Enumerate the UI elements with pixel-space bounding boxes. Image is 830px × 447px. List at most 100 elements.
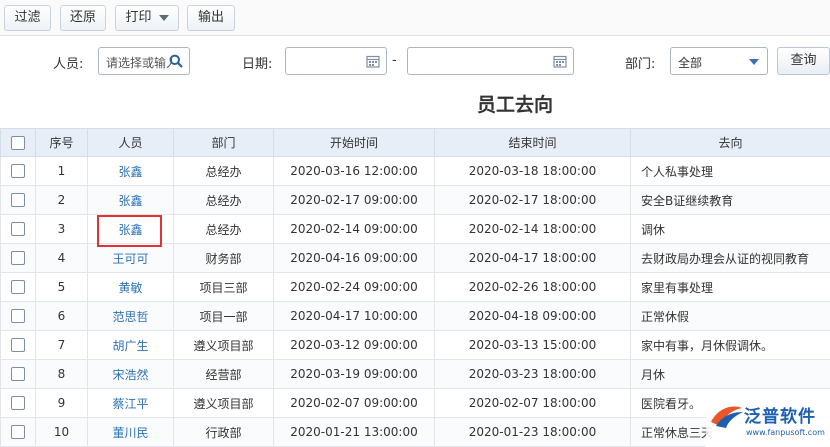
- row-end-time: 2020-02-07 18:00:00: [434, 388, 631, 418]
- row-select-cell[interactable]: [0, 359, 36, 389]
- toolbar: 过滤 还原 打印 输出: [0, 0, 830, 36]
- row-checkbox[interactable]: [11, 338, 25, 353]
- row-end-time: 2020-04-17 18:00:00: [434, 243, 631, 273]
- table-row[interactable]: 1 张鑫 总经办 2020-03-16 12:00:00 2020-03-18 18:0…: [0, 156, 830, 186]
- row-person-link[interactable]: 董川民: [87, 417, 174, 447]
- header-destination[interactable]: 去向: [630, 128, 830, 157]
- row-checkbox[interactable]: [11, 222, 25, 237]
- person-label: 人员:: [53, 57, 84, 72]
- row-start-time: 2020-02-07 09:00:00: [273, 388, 435, 418]
- row-index: 6: [35, 301, 88, 331]
- row-checkbox[interactable]: [11, 309, 25, 324]
- row-checkbox[interactable]: [11, 396, 25, 411]
- row-index: 2: [35, 185, 88, 215]
- calendar-icon[interactable]: [553, 54, 567, 68]
- row-end-time: 2020-04-18 09:00:00: [434, 301, 631, 331]
- date-from-input[interactable]: [285, 47, 387, 75]
- row-checkbox[interactable]: [11, 164, 25, 179]
- query-button[interactable]: 查询: [777, 47, 830, 75]
- row-person-link[interactable]: 范思哲: [87, 301, 174, 331]
- dept-select[interactable]: 全部: [670, 47, 768, 75]
- select-all-cell[interactable]: [0, 128, 36, 157]
- row-select-cell[interactable]: [0, 272, 36, 302]
- row-dept: 行政部: [173, 417, 274, 447]
- row-person-link[interactable]: 王可可: [87, 243, 174, 273]
- chevron-down-icon: [749, 59, 759, 65]
- row-dept: 遵义项目部: [173, 388, 274, 418]
- print-button[interactable]: 打印: [115, 5, 179, 31]
- row-index: 1: [35, 156, 88, 186]
- row-select-cell[interactable]: [0, 156, 36, 186]
- row-person-link[interactable]: 黄敏: [87, 272, 174, 302]
- table-row[interactable]: 7 胡广生 遵义项目部 2020-03-12 09:00:00 2020-03-13 1…: [0, 330, 830, 360]
- print-button-label: 打印: [125, 10, 152, 25]
- row-select-cell[interactable]: [0, 388, 36, 418]
- row-select-cell[interactable]: [0, 330, 36, 360]
- date-separator: -: [392, 53, 397, 68]
- page-title: 员工去向: [476, 94, 553, 116]
- row-start-time: 2020-04-17 10:00:00: [273, 301, 435, 331]
- row-person-link[interactable]: 胡广生: [87, 330, 174, 360]
- row-select-cell[interactable]: [0, 185, 36, 215]
- row-select-cell[interactable]: [0, 243, 36, 273]
- header-index[interactable]: 序号: [35, 128, 88, 157]
- header-dept[interactable]: 部门: [173, 128, 274, 157]
- header-start-time[interactable]: 开始时间: [273, 128, 435, 157]
- row-checkbox[interactable]: [11, 251, 25, 266]
- row-end-time: 2020-03-23 18:00:00: [434, 359, 631, 389]
- filter-button[interactable]: 过滤: [4, 5, 51, 31]
- row-person-link[interactable]: 张鑫: [87, 185, 174, 215]
- row-start-time: 2020-02-24 09:00:00: [273, 272, 435, 302]
- dept-select-value: 全部: [678, 56, 703, 70]
- row-destination: 月休: [630, 359, 830, 389]
- row-end-time: 2020-01-23 18:00:00: [434, 417, 631, 447]
- brand-logo-icon: [711, 406, 743, 428]
- row-dept: 总经办: [173, 185, 274, 215]
- restore-button-label: 还原: [69, 10, 96, 25]
- watermark: 泛普软件 www.fanpusoft.com: [706, 396, 830, 447]
- row-checkbox[interactable]: [11, 367, 25, 382]
- row-destination: 家里有事处理: [630, 272, 830, 302]
- table-row[interactable]: 6 范思哲 项目一部 2020-04-17 10:00:00 2020-04-18 09…: [0, 301, 830, 331]
- header-person[interactable]: 人员: [87, 128, 174, 157]
- row-person-link[interactable]: 宋浩然: [87, 359, 174, 389]
- row-end-time: 2020-02-26 18:00:00: [434, 272, 631, 302]
- calendar-icon[interactable]: [366, 54, 380, 68]
- row-dept: 项目三部: [173, 272, 274, 302]
- person-input[interactable]: 请选择或输入: [98, 47, 190, 75]
- dept-label: 部门:: [625, 57, 656, 72]
- row-select-cell[interactable]: [0, 214, 36, 244]
- row-checkbox[interactable]: [11, 193, 25, 208]
- row-index: 3: [35, 214, 88, 244]
- header-end-time[interactable]: 结束时间: [434, 128, 631, 157]
- row-select-cell[interactable]: [0, 417, 36, 447]
- select-all-checkbox[interactable]: [11, 135, 25, 150]
- export-button[interactable]: 输出: [187, 5, 235, 31]
- row-person-link[interactable]: 蔡江平: [87, 388, 174, 418]
- row-select-cell[interactable]: [0, 301, 36, 331]
- row-start-time: 2020-03-16 12:00:00: [273, 156, 435, 186]
- table-row[interactable]: 8 宋浩然 经营部 2020-03-19 09:00:00 2020-03-23 18:…: [0, 359, 830, 389]
- row-dept: 项目一部: [173, 301, 274, 331]
- row-dept: 总经办: [173, 214, 274, 244]
- row-index: 9: [35, 388, 88, 418]
- restore-button[interactable]: 还原: [60, 5, 106, 31]
- highlight-box: [97, 215, 162, 247]
- search-icon[interactable]: [169, 54, 183, 68]
- table-row[interactable]: 4 王可可 财务部 2020-04-16 09:00:00 2020-04-17 18:…: [0, 243, 830, 273]
- row-dept: 财务部: [173, 243, 274, 273]
- chevron-down-icon: [158, 14, 169, 21]
- row-start-time: 2020-02-17 09:00:00: [273, 185, 435, 215]
- date-to-input[interactable]: [407, 47, 574, 75]
- row-start-time: 2020-04-16 09:00:00: [273, 243, 435, 273]
- date-label: 日期:: [242, 57, 273, 72]
- row-index: 4: [35, 243, 88, 273]
- row-person-link[interactable]: 张鑫: [87, 156, 174, 186]
- row-index: 10: [35, 417, 88, 447]
- row-checkbox[interactable]: [11, 425, 25, 440]
- row-checkbox[interactable]: [11, 280, 25, 295]
- table-row[interactable]: 2 张鑫 总经办 2020-02-17 09:00:00 2020-02-17 18:0…: [0, 185, 830, 215]
- person-placeholder: 请选择或输入: [106, 56, 172, 70]
- query-button-label: 查询: [790, 53, 817, 68]
- table-row[interactable]: 5 黄敏 项目三部 2020-02-24 09:00:00 2020-02-26 18:…: [0, 272, 830, 302]
